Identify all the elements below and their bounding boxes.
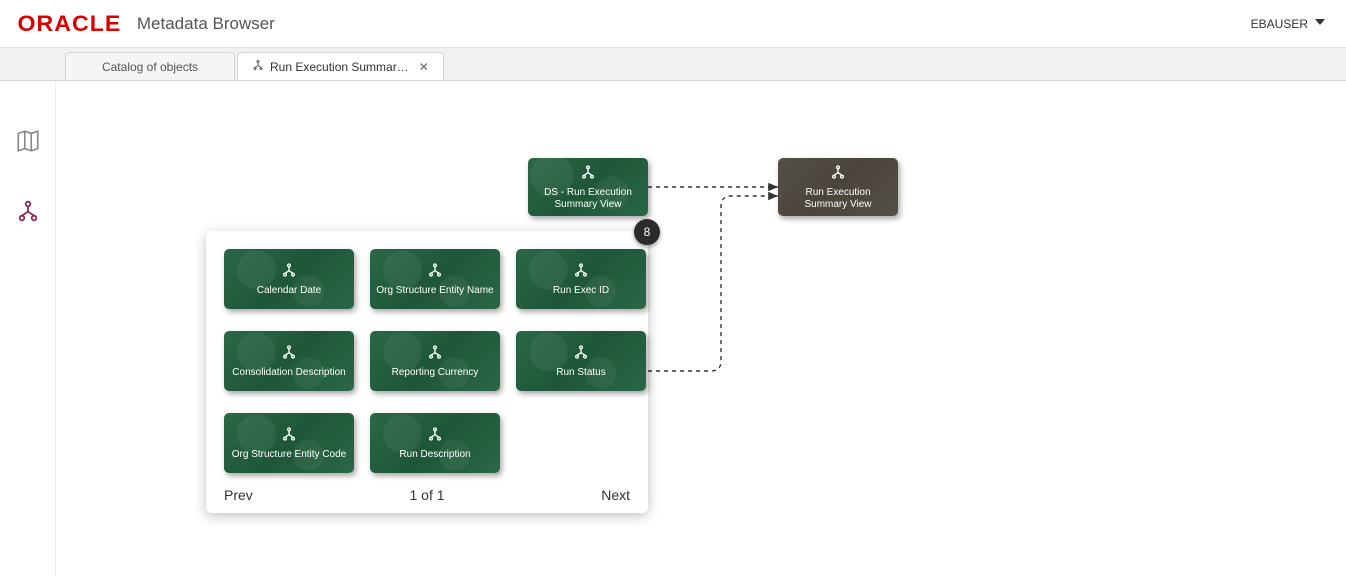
node-org-structure-entity-name[interactable]: Org Structure Entity Name — [370, 249, 500, 309]
chevron-down-icon — [1314, 16, 1326, 31]
group-grid: Calendar Date Org Structure Entity Name … — [224, 249, 630, 479]
next-button[interactable]: Next — [601, 487, 630, 503]
app-title: Metadata Browser — [137, 14, 275, 34]
node-group-popover: 8 Calendar Date Org Structure Entity Nam… — [206, 231, 648, 513]
group-pager: Prev 1 of 1 Next — [224, 487, 630, 503]
node-reporting-currency[interactable]: Reporting Currency — [370, 331, 500, 391]
hierarchy-icon — [252, 59, 264, 74]
badge-count: 8 — [644, 225, 651, 239]
hierarchy-icon — [573, 344, 589, 363]
node-label: Calendar Date — [257, 285, 321, 297]
node-label: Org Structure Entity Name — [376, 285, 493, 297]
node-run-execution-summary-view[interactable]: Run Execution Summary View — [778, 158, 898, 216]
node-label: Run Description — [399, 449, 470, 461]
node-org-structure-entity-code[interactable]: Org Structure Entity Code — [224, 413, 354, 473]
node-label: Run Execution Summary View — [784, 187, 892, 211]
node-label: Org Structure Entity Code — [232, 449, 347, 461]
node-run-description[interactable]: Run Description — [370, 413, 500, 473]
close-icon[interactable]: ✕ — [419, 60, 429, 74]
map-view-button[interactable] — [8, 121, 48, 161]
app-header: ORACLE Metadata Browser EBAUSER — [0, 0, 1346, 48]
tab-run-execution-summary[interactable]: Run Execution Summar… ✕ — [237, 52, 444, 80]
group-count-badge: 8 — [634, 219, 660, 245]
diagram-canvas[interactable]: DS - Run Execution Summary View Run Exec… — [56, 81, 1346, 576]
left-toolbar — [0, 81, 56, 576]
node-run-exec-id[interactable]: Run Exec ID — [516, 249, 646, 309]
hierarchy-icon — [427, 426, 443, 445]
prev-button[interactable]: Prev — [224, 487, 253, 503]
node-label: Run Exec ID — [553, 285, 609, 297]
hierarchy-icon — [573, 262, 589, 281]
oracle-logo: ORACLE — [18, 11, 122, 37]
node-label: Consolidation Description — [232, 367, 345, 379]
hierarchy-icon — [427, 344, 443, 363]
node-label: Run Status — [556, 367, 605, 379]
hierarchy-icon — [580, 164, 596, 183]
tab-bar: Catalog of objects Run Execution Summar…… — [0, 48, 1346, 81]
hierarchy-icon — [281, 262, 297, 281]
page-indicator: 1 of 1 — [409, 487, 444, 503]
hierarchy-icon — [281, 344, 297, 363]
user-label: EBAUSER — [1251, 17, 1308, 31]
node-label: DS - Run Execution Summary View — [534, 187, 642, 211]
node-calendar-date[interactable]: Calendar Date — [224, 249, 354, 309]
hierarchy-icon — [427, 262, 443, 281]
hierarchy-view-button[interactable] — [8, 191, 48, 231]
node-label: Reporting Currency — [392, 367, 479, 379]
tab-label: Catalog of objects — [102, 60, 198, 74]
node-ds-run-execution-summary-view[interactable]: DS - Run Execution Summary View — [528, 158, 648, 216]
hierarchy-icon — [830, 164, 846, 183]
hierarchy-icon — [281, 426, 297, 445]
tab-catalog[interactable]: Catalog of objects — [65, 52, 235, 80]
tab-label: Run Execution Summar… — [270, 60, 409, 74]
user-menu[interactable]: EBAUSER — [1251, 16, 1326, 31]
node-run-status[interactable]: Run Status — [516, 331, 646, 391]
node-consolidation-description[interactable]: Consolidation Description — [224, 331, 354, 391]
